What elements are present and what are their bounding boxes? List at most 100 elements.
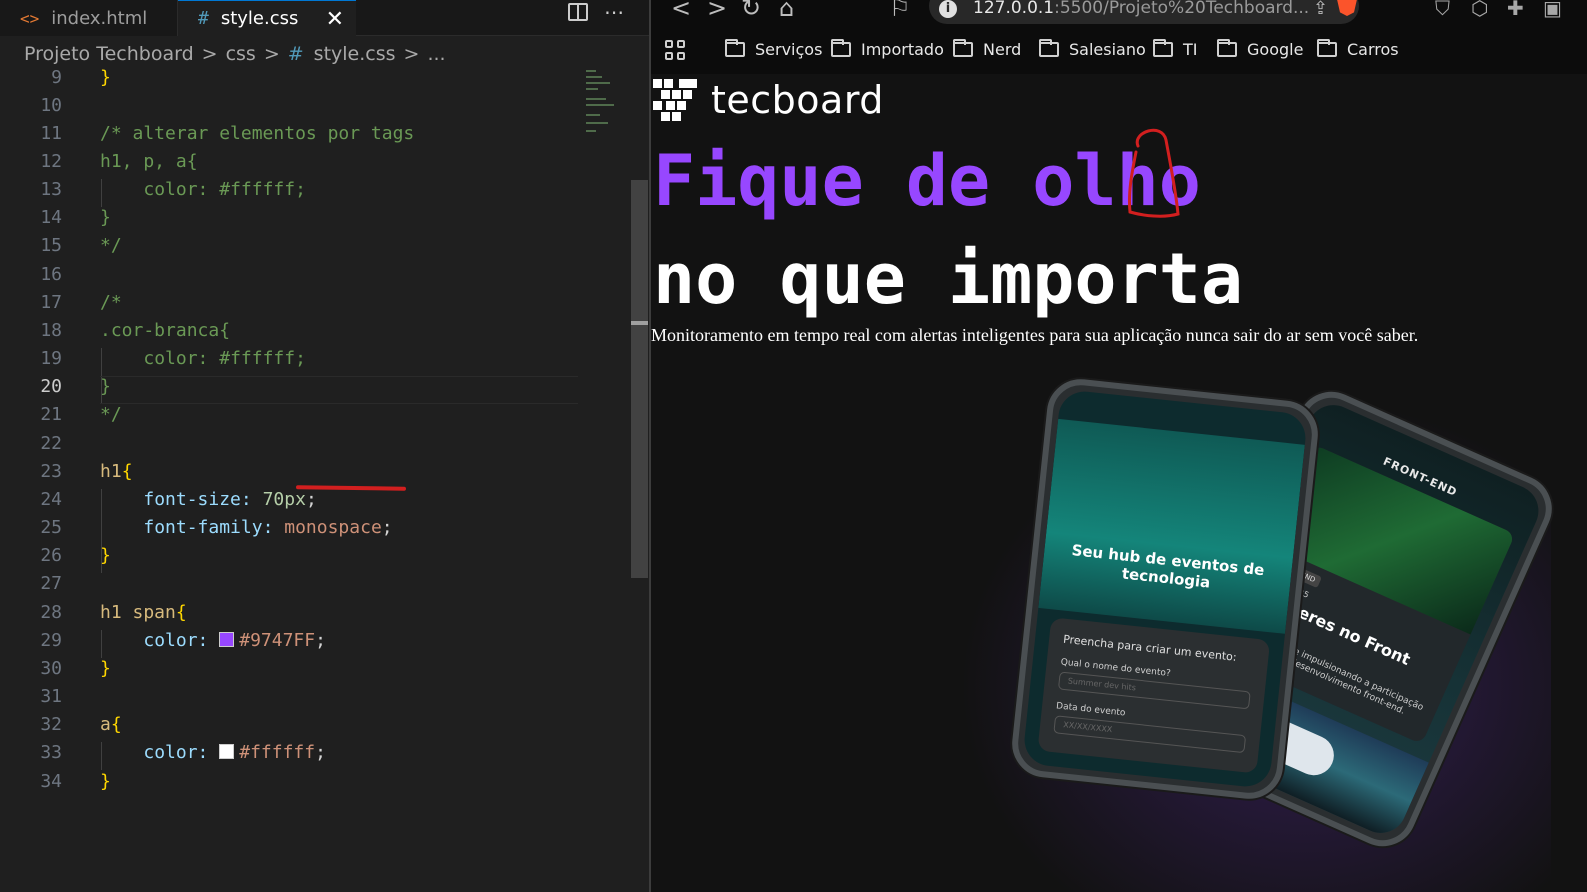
bookmark-folder-salesiano[interactable]: Salesiano	[1039, 39, 1146, 59]
line-number: 22	[40, 433, 62, 454]
apps-grid-icon[interactable]	[665, 40, 687, 62]
logo-text: tecboard	[711, 78, 884, 122]
code-area[interactable]: 9 10 11 12 13 14 15 16 17 18 19 20 21 22…	[0, 67, 630, 892]
browser-toolbar: < > ↻ ⌂ ⚐ i 127.0.0.1:5500/Projeto%20Tec…	[651, 0, 1587, 74]
current-line-highlight	[100, 376, 578, 404]
chevron-right-icon: >	[201, 43, 218, 65]
heading-line-2: no que importa	[653, 238, 1244, 320]
wallet-extension-icon[interactable]: ⬡	[1471, 0, 1488, 20]
line-number: 10	[40, 95, 62, 116]
line-number: 9	[51, 67, 62, 88]
code-line-33: color: #ffffff;	[143, 742, 326, 763]
tab-index-html[interactable]: <> index.html	[0, 0, 178, 36]
line-number: 33	[40, 742, 62, 763]
folder-icon	[953, 39, 973, 57]
code-line-32: a{	[100, 714, 122, 735]
bookmark-folder-importado[interactable]: Importado	[831, 39, 944, 59]
line-number: 12	[40, 151, 62, 172]
shield-extension-icon[interactable]: ⛉	[1435, 0, 1450, 20]
line-number: 31	[40, 686, 62, 707]
line-number: 26	[40, 545, 62, 566]
phone-mockup-front: Seu hub de eventos de tecnologia Preench…	[1008, 375, 1322, 803]
bookmark-folder-carros[interactable]: Carros	[1317, 39, 1399, 59]
url-text[interactable]: 127.0.0.1:5500/Projeto%20Techboard...	[973, 0, 1309, 18]
line-number: 30	[40, 658, 62, 679]
address-bar[interactable]: i 127.0.0.1:5500/Projeto%20Techboard... …	[929, 0, 1359, 24]
line-number: 34	[40, 771, 62, 792]
line-number: 13	[40, 179, 62, 200]
bookmark-folder-google[interactable]: Google	[1217, 39, 1303, 59]
code-line-30: }	[100, 658, 111, 679]
line-number: 29	[40, 630, 62, 651]
line-number: 16	[40, 264, 62, 285]
tab-style-css[interactable]: # style.css ✕	[178, 0, 356, 36]
folder-icon	[1317, 39, 1337, 57]
code-line-18: .cor-branca{	[100, 320, 231, 341]
color-swatch-purple[interactable]	[219, 632, 235, 647]
code-line-13: color: #ffffff;	[143, 179, 306, 200]
tab-label: index.html	[51, 7, 148, 29]
breadcrumb-item-symbol[interactable]: ...	[427, 43, 445, 65]
heading-highlight-span: Fique de olho	[653, 140, 1201, 222]
browser-window: < > ↻ ⌂ ⚐ i 127.0.0.1:5500/Projeto%20Tec…	[651, 0, 1587, 892]
hero-subtitle: Monitoramento em tempo real com alertas …	[651, 325, 1419, 345]
html-file-icon: <>	[20, 8, 40, 28]
line-number-active: 20	[40, 376, 62, 397]
bookmark-icon[interactable]: ⚐	[889, 0, 911, 22]
code-line-24: font-size: 70px;	[143, 489, 317, 510]
phone-screen: Seu hub de eventos de tecnologia Preench…	[1022, 389, 1308, 789]
chevron-right-icon: >	[403, 43, 420, 65]
css-file-icon: #	[198, 8, 209, 29]
minimap[interactable]	[582, 68, 630, 142]
breadcrumb-item-project[interactable]: Projeto Techboard	[24, 43, 194, 65]
breadcrumb-item-folder[interactable]: css	[226, 43, 256, 65]
color-swatch-white[interactable]	[219, 744, 235, 759]
code-line-26: }	[100, 545, 111, 566]
line-number: 17	[40, 292, 62, 313]
folder-icon	[1153, 39, 1173, 57]
sidebar-toggle-icon[interactable]: ▣	[1543, 0, 1562, 20]
vertical-scrollbar[interactable]	[631, 180, 648, 578]
line-number: 25	[40, 517, 62, 538]
breadcrumb-item-file[interactable]: style.css	[314, 43, 396, 65]
more-actions-icon[interactable]: ⋯	[604, 0, 625, 24]
line-number: 24	[40, 489, 62, 510]
extensions-puzzle-icon[interactable]: ✚	[1507, 0, 1524, 20]
bookmark-folder-nerd[interactable]: Nerd	[953, 39, 1021, 59]
css-file-icon: #	[287, 43, 304, 65]
code-line-21: */	[100, 404, 122, 425]
logo-mark-icon	[653, 79, 697, 121]
close-icon[interactable]: ✕	[326, 1, 344, 37]
code-line-17: /*	[100, 292, 122, 313]
folder-icon	[1039, 39, 1059, 57]
back-icon[interactable]: <	[671, 0, 691, 22]
event-form: Preencha para criar um evento: Qual o no…	[1037, 617, 1271, 774]
page-heading: Fique de olho no que importa	[653, 132, 1243, 328]
folder-icon	[831, 39, 851, 57]
forward-icon[interactable]: >	[707, 0, 727, 22]
vr-hero-image	[1038, 418, 1305, 634]
site-info-icon[interactable]: i	[939, 0, 957, 18]
form-title: Preencha para criar um evento:	[1062, 632, 1238, 664]
bookmarks-bar: Serviços Importado Nerd Salesiano TI Goo…	[651, 38, 1587, 66]
tab-label: style.css	[220, 8, 299, 29]
bookmark-folder-ti[interactable]: TI	[1153, 39, 1198, 59]
line-number: 15	[40, 235, 62, 256]
scrollbar-cursor-marker	[631, 321, 648, 325]
line-number: 18	[40, 320, 62, 341]
line-number: 14	[40, 207, 62, 228]
reload-icon[interactable]: ↻	[741, 0, 761, 22]
split-editor-icon[interactable]	[568, 3, 588, 21]
folder-icon	[1217, 39, 1237, 57]
code-line-12: h1, p, a{	[100, 151, 198, 172]
code-line-28: h1 span{	[100, 602, 187, 623]
web-page-content: tecboard Fique de olho no que importa Mo…	[651, 74, 1587, 892]
home-icon[interactable]: ⌂	[779, 0, 794, 22]
bookmark-folder-servicos[interactable]: Serviços	[725, 39, 822, 59]
share-icon[interactable]: ⇪	[1313, 0, 1328, 19]
code-line-34: }	[100, 771, 111, 792]
code-editor: <> index.html # style.css ✕ ⋯ Projeto Te…	[0, 0, 649, 892]
line-number: 27	[40, 573, 62, 594]
code-line-19: color: #ffffff;	[143, 348, 306, 369]
code-line-15: */	[100, 235, 122, 256]
